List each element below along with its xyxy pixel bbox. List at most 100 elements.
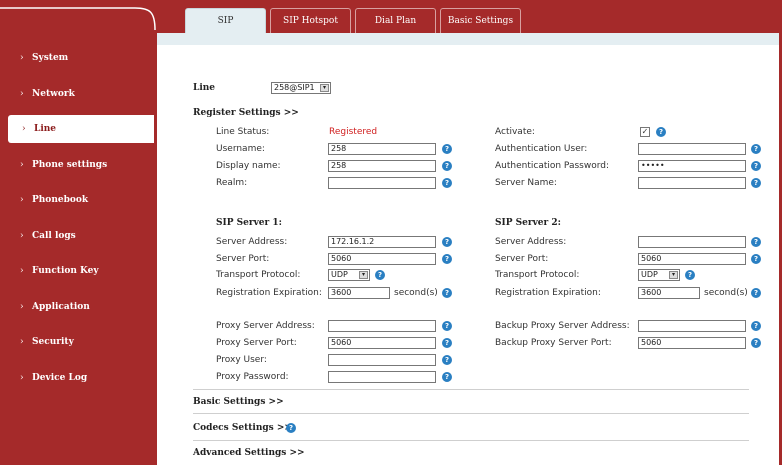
help-icon[interactable]: ?	[442, 144, 452, 154]
username-input[interactable]: 258	[328, 143, 436, 155]
divider	[193, 389, 749, 390]
chevron-right-icon: ›	[22, 124, 26, 134]
sidebar-item-label: Phonebook	[32, 195, 89, 205]
activate-checkbox[interactable]: ✓	[640, 127, 650, 137]
sip2-address-label: Server Address:	[495, 237, 567, 247]
sidebar-item-network[interactable]: › Network	[0, 80, 154, 108]
sidebar-item-device-log[interactable]: › Device Log	[0, 364, 154, 392]
help-icon[interactable]: ?	[751, 254, 761, 264]
sidebar-item-label: Security	[32, 337, 74, 347]
proxy-port-input[interactable]: 5060	[328, 337, 436, 349]
proxy-user-label: Proxy User:	[216, 355, 267, 365]
proxy-password-label: Proxy Password:	[216, 372, 289, 382]
basic-settings-section[interactable]: Basic Settings >>	[193, 397, 284, 407]
help-icon[interactable]: ?	[442, 321, 452, 331]
sidebar-item-line[interactable]: › Line	[8, 115, 154, 143]
auth-user-input[interactable]	[638, 143, 746, 155]
server-name-input[interactable]	[638, 177, 746, 189]
sip2-transport-select[interactable]: UDP ▾	[638, 269, 680, 281]
codecs-settings-section[interactable]: Codecs Settings >>	[193, 423, 292, 433]
help-icon[interactable]: ?	[442, 161, 452, 171]
sidebar-item-call-logs[interactable]: › Call logs	[0, 222, 154, 250]
backup-proxy-port-label: Backup Proxy Server Port:	[495, 338, 612, 348]
sip1-expiration-unit: second(s)	[394, 288, 438, 298]
sip2-port-input[interactable]: 5060	[638, 253, 746, 265]
sidebar: › System › Network › Line › Phone settings ›…	[0, 0, 157, 465]
help-icon[interactable]: ?	[751, 338, 761, 348]
chevron-right-icon: ›	[20, 195, 24, 205]
realm-input[interactable]	[328, 177, 436, 189]
sidebar-item-security[interactable]: › Security	[0, 328, 154, 356]
help-icon[interactable]: ?	[751, 288, 761, 298]
help-icon[interactable]: ?	[656, 127, 666, 137]
sip1-transport-label: Transport Protocol:	[216, 270, 301, 280]
sip2-transport-value: UDP	[641, 270, 658, 279]
dropdown-arrow-icon: ▾	[669, 271, 678, 279]
help-icon[interactable]: ?	[685, 270, 695, 280]
help-icon[interactable]: ?	[751, 237, 761, 247]
sidebar-item-label: Line	[34, 124, 57, 134]
chevron-right-icon: ›	[20, 160, 24, 170]
realm-label: Realm:	[216, 178, 248, 188]
sidebar-item-phone-settings[interactable]: › Phone settings	[0, 151, 154, 179]
line-select-value: 258@SIP1	[274, 83, 315, 92]
register-settings-heading[interactable]: Register Settings >>	[193, 108, 299, 118]
sip2-transport-label: Transport Protocol:	[495, 270, 580, 280]
backup-proxy-address-input[interactable]	[638, 320, 746, 332]
sip1-address-label: Server Address:	[216, 237, 288, 247]
help-icon[interactable]: ?	[442, 254, 452, 264]
help-icon[interactable]: ?	[286, 423, 296, 433]
sidebar-item-function-key[interactable]: › Function Key	[0, 257, 154, 285]
help-icon[interactable]: ?	[375, 270, 385, 280]
sidebar-item-label: Application	[32, 302, 90, 312]
help-icon[interactable]: ?	[442, 355, 452, 365]
auth-password-input[interactable]: •••••	[638, 160, 746, 172]
sip1-expiration-label: Registration Expiration:	[216, 288, 322, 298]
activate-label: Activate:	[495, 127, 535, 137]
divider	[193, 413, 749, 414]
line-status-label: Line Status:	[216, 127, 270, 137]
help-icon[interactable]: ?	[751, 144, 761, 154]
sip2-port-label: Server Port:	[495, 254, 549, 264]
line-select[interactable]: 258@SIP1 ▾	[271, 82, 331, 94]
help-icon[interactable]: ?	[751, 161, 761, 171]
sidebar-item-label: Network	[32, 89, 75, 99]
sip1-address-input[interactable]: 172.16.1.2	[328, 236, 436, 248]
dropdown-arrow-icon: ▾	[359, 271, 368, 279]
sip2-expiration-label: Registration Expiration:	[495, 288, 601, 298]
advanced-settings-section[interactable]: Advanced Settings >>	[193, 448, 305, 458]
tab-basic-settings[interactable]: Basic Settings	[440, 8, 521, 33]
tab-dial-plan[interactable]: Dial Plan	[355, 8, 436, 33]
sidebar-item-phonebook[interactable]: › Phonebook	[0, 186, 154, 214]
proxy-password-input[interactable]	[328, 371, 436, 383]
divider	[193, 440, 749, 441]
tab-sip-hotspot[interactable]: SIP Hotspot	[270, 8, 351, 33]
sip1-port-input[interactable]: 5060	[328, 253, 436, 265]
tab-sip[interactable]: SIP	[185, 8, 266, 33]
help-icon[interactable]: ?	[442, 338, 452, 348]
help-icon[interactable]: ?	[442, 178, 452, 188]
display-name-input[interactable]: 258	[328, 160, 436, 172]
sip2-expiration-unit: second(s)	[704, 288, 748, 298]
backup-proxy-port-input[interactable]: 5060	[638, 337, 746, 349]
proxy-address-input[interactable]	[328, 320, 436, 332]
help-icon[interactable]: ?	[442, 288, 452, 298]
server-name-label: Server Name:	[495, 178, 557, 188]
help-icon[interactable]: ?	[751, 178, 761, 188]
sip1-expiration-input[interactable]: 3600	[328, 287, 390, 299]
help-icon[interactable]: ?	[751, 321, 761, 331]
line-status-value: Registered	[329, 127, 378, 137]
sidebar-item-system[interactable]: › System	[0, 44, 154, 72]
proxy-port-label: Proxy Server Port:	[216, 338, 297, 348]
sip2-address-input[interactable]	[638, 236, 746, 248]
backup-proxy-address-label: Backup Proxy Server Address:	[495, 321, 630, 331]
sidebar-item-application[interactable]: › Application	[0, 293, 154, 321]
chevron-right-icon: ›	[20, 231, 24, 241]
sip-server-1-heading: SIP Server 1:	[216, 218, 282, 228]
help-icon[interactable]: ?	[442, 372, 452, 382]
help-icon[interactable]: ?	[442, 237, 452, 247]
sidebar-item-label: Function Key	[32, 266, 99, 276]
sip2-expiration-input[interactable]: 3600	[638, 287, 700, 299]
sip1-transport-select[interactable]: UDP ▾	[328, 269, 370, 281]
proxy-user-input[interactable]	[328, 354, 436, 366]
